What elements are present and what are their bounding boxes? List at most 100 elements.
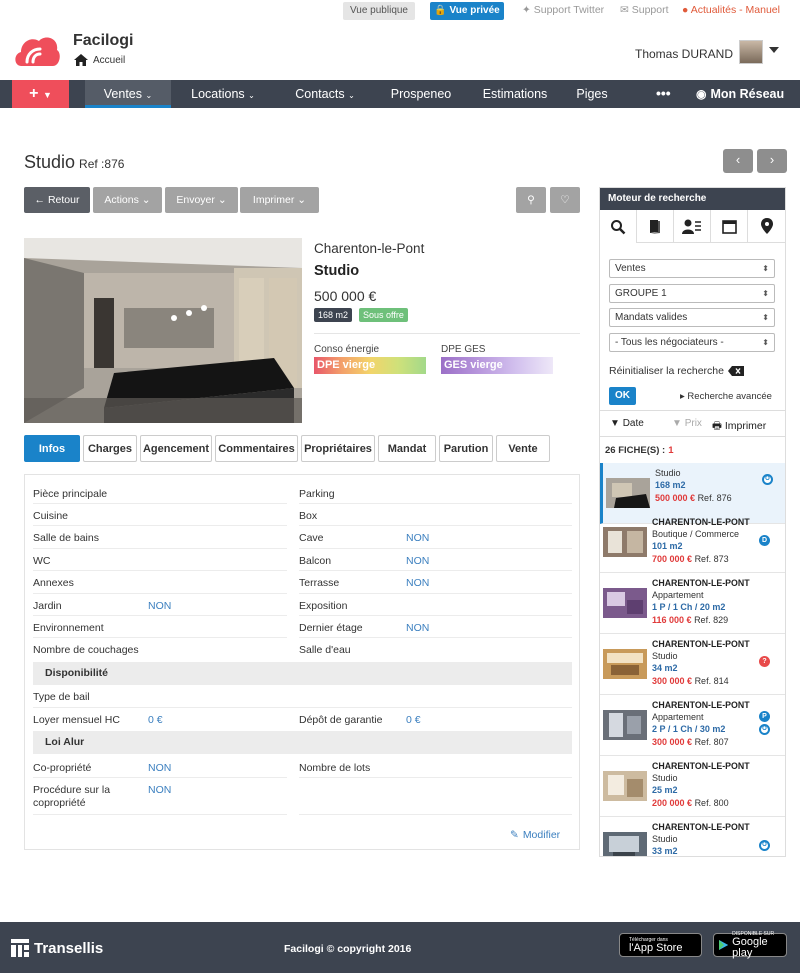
list-item[interactable]: CHARENTON-LE-PONT Studio 34 m2 300 000 €… [600, 634, 785, 695]
heart-icon: ♡ [560, 194, 570, 206]
actions-button[interactable]: Actions ⌄ [93, 187, 162, 213]
alert-icon: ● [682, 4, 689, 16]
list-item[interactable]: CHARENTON-LE-PONT Studio 25 m2 200 000 €… [600, 756, 785, 817]
divider [299, 503, 572, 504]
user-name[interactable]: Thomas DURAND [635, 47, 733, 61]
divider [33, 637, 287, 638]
list-item[interactable]: CHARENTON-LE-PONT Boutique / Commerce 10… [600, 512, 785, 573]
nav-piges[interactable]: Piges [568, 80, 616, 108]
ok-button[interactable]: OK [609, 387, 636, 405]
listing-thumbnail [603, 588, 647, 618]
imprimer-button[interactable]: Imprimer ⌄ [240, 187, 319, 213]
add-menu-button[interactable]: + ▼ [12, 80, 69, 108]
tab-vente[interactable]: Vente [496, 435, 550, 462]
vue-publique-button[interactable]: Vue publique [343, 2, 415, 20]
card-ref: Ref. 807 [694, 737, 729, 747]
listing-thumbnail [603, 527, 647, 557]
support-twitter-link[interactable]: ✦ Support Twitter [522, 4, 604, 16]
card-detail: 168 m2 [655, 480, 686, 490]
support-link[interactable]: ✉ Support [620, 4, 669, 16]
envelope-icon: ✉ [620, 4, 629, 16]
chevron-down-icon[interactable] [769, 47, 779, 53]
listing-city: Charenton-le-Pont [314, 241, 425, 256]
tab-book[interactable] [637, 210, 674, 243]
nav-contacts[interactable]: Contacts ⌄ [282, 80, 368, 108]
info-label: Annexes [33, 577, 74, 589]
arrow-left-icon: ← [34, 194, 46, 206]
breadcrumb[interactable]: Accueil [74, 54, 125, 66]
mandats-select[interactable]: Mandats valides [609, 308, 775, 327]
tab-agencement[interactable]: Agencement [140, 435, 212, 462]
results-page: 1 [668, 445, 674, 456]
transellis-label: Transellis [34, 939, 104, 957]
avatar[interactable] [739, 40, 763, 64]
modifier-link[interactable]: ✎ Modifier [510, 829, 560, 841]
negociateurs-select[interactable]: - Tous les négociateurs - [609, 333, 775, 352]
info-value: NON [406, 532, 430, 544]
sort-price-button[interactable]: ▼ Prix [672, 418, 702, 429]
print-button[interactable]: 🖶 Imprimer [712, 418, 766, 436]
divider [33, 570, 287, 571]
copro-value: NON [148, 762, 172, 774]
vue-privee-button[interactable]: 🔒 Vue privée [430, 2, 504, 20]
list-item[interactable]: CHARENTON-LE-PONT Appartement 1 P / 1 Ch… [600, 573, 785, 634]
advanced-search-link[interactable]: ▸ Recherche avancée [680, 391, 772, 402]
reinit-label: Réinitialiser la recherche [609, 365, 724, 377]
google-play-badge[interactable]: DISPONIBLE SUR Google play [713, 931, 787, 959]
nav-prospeneo[interactable]: Prospeneo [382, 80, 460, 108]
divider [299, 615, 572, 616]
procedure-value: NON [148, 784, 172, 796]
nav-contacts-label: Contacts [295, 87, 345, 101]
depot-label: Dépôt de garantie [299, 714, 383, 726]
chevron-left-icon: ‹ [735, 152, 741, 167]
footer: Transellis Facilogi © copyright 2016 Tél… [0, 922, 800, 973]
card-city: CHARENTON-LE-PONT [652, 761, 750, 771]
next-button[interactable]: › [757, 149, 787, 173]
nav-locations[interactable]: Locations ⌄ [176, 80, 270, 108]
nav-ventes[interactable]: Ventes ⌄ [85, 80, 171, 108]
chevron-down-icon: ⌄ [348, 91, 355, 100]
tab-infos[interactable]: Infos [24, 435, 80, 462]
favorite-button[interactable]: ♡ [550, 187, 580, 213]
transellis-logo[interactable]: Transellis [11, 939, 103, 957]
card-type: Boutique / Commerce [652, 529, 740, 539]
tab-commentaires[interactable]: Commentaires [215, 435, 298, 462]
transellis-icon [11, 939, 29, 957]
card-type: Appartement [652, 590, 704, 600]
nav-more-button[interactable]: ••• [656, 80, 671, 108]
status-o-icon: O [759, 724, 770, 735]
tab-parution[interactable]: Parution [439, 435, 493, 462]
brand-name[interactable]: Facilogi [73, 32, 133, 50]
transaction-select[interactable]: Ventes [609, 259, 775, 278]
listing-photo[interactable] [24, 238, 302, 423]
tab-calendar[interactable] [711, 210, 748, 243]
envoyer-button[interactable]: Envoyer ⌄ [165, 187, 238, 213]
tab-map[interactable] [748, 210, 785, 243]
list-item[interactable]: CHARENTON-LE-PONT Appartement 2 P / 1 Ch… [600, 695, 785, 756]
list-item[interactable]: CHARENTON-LE-PONT Studio 33 m2 O [600, 817, 785, 856]
card-price: 500 000 € [655, 493, 696, 503]
tab-proprietaires[interactable]: Propriétaires [301, 435, 375, 462]
reinit-link[interactable]: Réinitialiser la recherche [609, 365, 744, 377]
group-select[interactable]: GROUPE 1 [609, 284, 775, 303]
card-ref: Ref. 876 [697, 493, 732, 503]
results-count: 26 FICHE(S) :1 [605, 445, 673, 456]
sidebar-title: Moteur de recherche [600, 188, 785, 210]
retour-button[interactable]: ← Retour [24, 187, 90, 213]
sort-date-button[interactable]: ▼ Date [610, 418, 644, 429]
calendar-icon [721, 219, 737, 234]
facilogi-logo-icon[interactable] [13, 32, 61, 68]
tab-charges[interactable]: Charges [83, 435, 137, 462]
previous-button[interactable]: ‹ [723, 149, 753, 173]
info-label: Salle d'eau [299, 644, 351, 656]
actualites-label: Actualités - Manuel [690, 4, 780, 16]
tab-mandat[interactable]: Mandat [378, 435, 436, 462]
divider [33, 707, 572, 708]
tab-contacts[interactable] [674, 210, 711, 243]
actualites-link[interactable]: ● Actualités - Manuel [682, 4, 780, 16]
nav-mon-reseau[interactable]: ◉ Mon Réseau [696, 80, 784, 108]
nav-estimations[interactable]: Estimations [472, 80, 558, 108]
tab-search[interactable] [600, 210, 637, 243]
app-store-badge[interactable]: Télécharger dans l'App Store [619, 933, 702, 957]
map-pin-button[interactable]: ⚲ [516, 187, 546, 213]
